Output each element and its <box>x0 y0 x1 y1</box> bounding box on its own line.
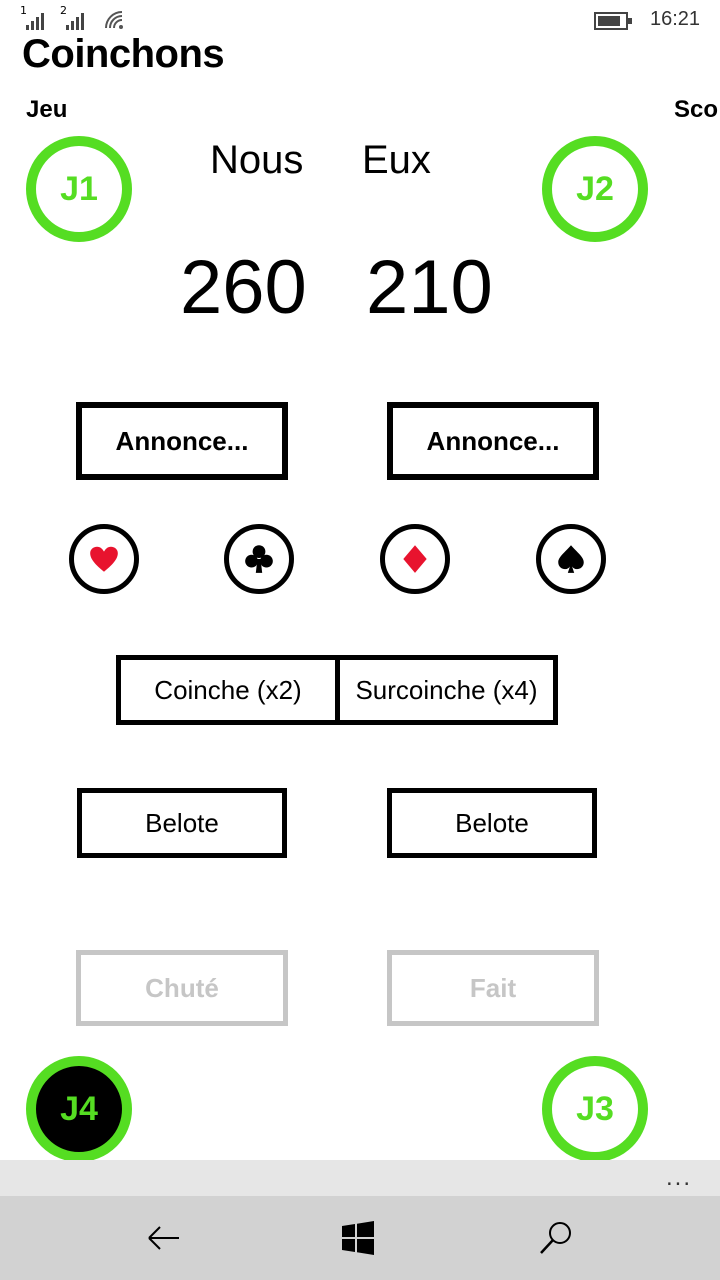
belote-nous-button[interactable]: Belote <box>77 788 287 858</box>
coinche-button[interactable]: Coinche (x2) <box>116 655 340 725</box>
announce-eux-button[interactable]: Annonce... <box>387 402 599 480</box>
chute-button[interactable]: Chuté <box>76 950 288 1026</box>
player-j4-button[interactable]: J4 <box>26 1056 132 1162</box>
team-eux-label: Eux <box>362 138 431 182</box>
announce-nous-button[interactable]: Annonce... <box>76 402 288 480</box>
search-button[interactable] <box>534 1216 578 1260</box>
heart-button[interactable] <box>69 524 139 594</box>
club-icon <box>245 545 273 573</box>
start-button[interactable] <box>336 1216 380 1260</box>
diamond-icon <box>403 545 427 573</box>
diamond-button[interactable] <box>380 524 450 594</box>
wifi-icon <box>105 11 123 29</box>
surcoinche-button[interactable]: Surcoinche (x4) <box>335 655 558 725</box>
score-nous: 260 <box>180 245 307 330</box>
pivot-tab-score[interactable]: Sco <box>674 96 718 124</box>
player-j3-button[interactable]: J3 <box>542 1056 648 1162</box>
team-nous-label: Nous <box>210 138 304 182</box>
system-nav-bar <box>0 1196 720 1280</box>
windows-logo-icon <box>342 1221 374 1255</box>
back-arrow-icon <box>148 1226 179 1250</box>
club-button[interactable] <box>224 524 294 594</box>
app-bar: ... <box>0 1160 720 1196</box>
heart-icon <box>90 546 118 572</box>
pivot-tab-jeu[interactable]: Jeu <box>26 96 67 124</box>
search-icon <box>540 1222 571 1254</box>
player-j2-button[interactable]: J2 <box>542 136 648 242</box>
battery-icon <box>594 12 632 30</box>
score-eux: 210 <box>366 245 493 330</box>
spade-button[interactable] <box>536 524 606 594</box>
player-j1-button[interactable]: J1 <box>26 136 132 242</box>
app-title: Coinchons <box>22 32 225 76</box>
more-options-button[interactable]: ... <box>666 1164 692 1192</box>
clock: 16:21 <box>650 8 701 30</box>
fait-button[interactable]: Fait <box>387 950 599 1026</box>
belote-eux-button[interactable]: Belote <box>387 788 597 858</box>
back-button[interactable] <box>141 1216 185 1260</box>
spade-icon <box>558 545 584 573</box>
